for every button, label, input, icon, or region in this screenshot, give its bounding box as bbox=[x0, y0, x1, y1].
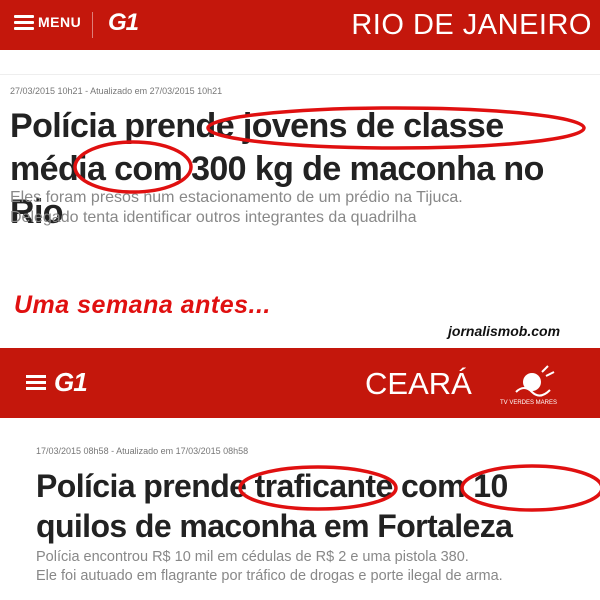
article-title-bottom: Polícia prende traficante com 10 quilos … bbox=[36, 468, 513, 544]
subtitle-line: Ele foi autuado em flagrante por tráfico… bbox=[36, 568, 503, 584]
caption-text: Uma semana antes... bbox=[14, 291, 271, 319]
menu-label[interactable]: MENU bbox=[38, 14, 81, 30]
article-date-bottom: 17/03/2015 08h58 - Atualizado em 17/03/2… bbox=[36, 446, 249, 456]
subtitle-line: Delegado tenta identificar outros integr… bbox=[10, 209, 417, 226]
hamburger-menu-icon[interactable] bbox=[14, 15, 34, 30]
tv-label: TV VERDES MARES bbox=[500, 400, 558, 406]
header-gap bbox=[0, 50, 600, 74]
region-title-ceara[interactable]: CEARÁ bbox=[365, 366, 472, 402]
subtitle-line: Eles foram presos num estacionamento de … bbox=[10, 189, 463, 206]
article-subtitle-top: Eles foram presos num estacionamento de … bbox=[10, 188, 595, 228]
article-date-top: 27/03/2015 10h21 - Atualizado em 27/03/2… bbox=[10, 86, 223, 96]
hamburger-menu-icon[interactable] bbox=[26, 375, 46, 391]
article-subtitle-bottom: Polícia encontrou R$ 10 mil em cédulas d… bbox=[36, 548, 596, 586]
divider-line bbox=[0, 74, 600, 75]
g1-logo[interactable]: G1 bbox=[108, 9, 139, 37]
header-divider bbox=[92, 12, 93, 38]
subtitle-line: Polícia encontrou R$ 10 mil em cédulas d… bbox=[36, 549, 469, 565]
g1-logo[interactable]: G1 bbox=[54, 367, 88, 398]
region-title-rio[interactable]: RIO DE JANEIRO bbox=[310, 9, 592, 42]
credit-text: jornalismob.com bbox=[448, 323, 561, 339]
